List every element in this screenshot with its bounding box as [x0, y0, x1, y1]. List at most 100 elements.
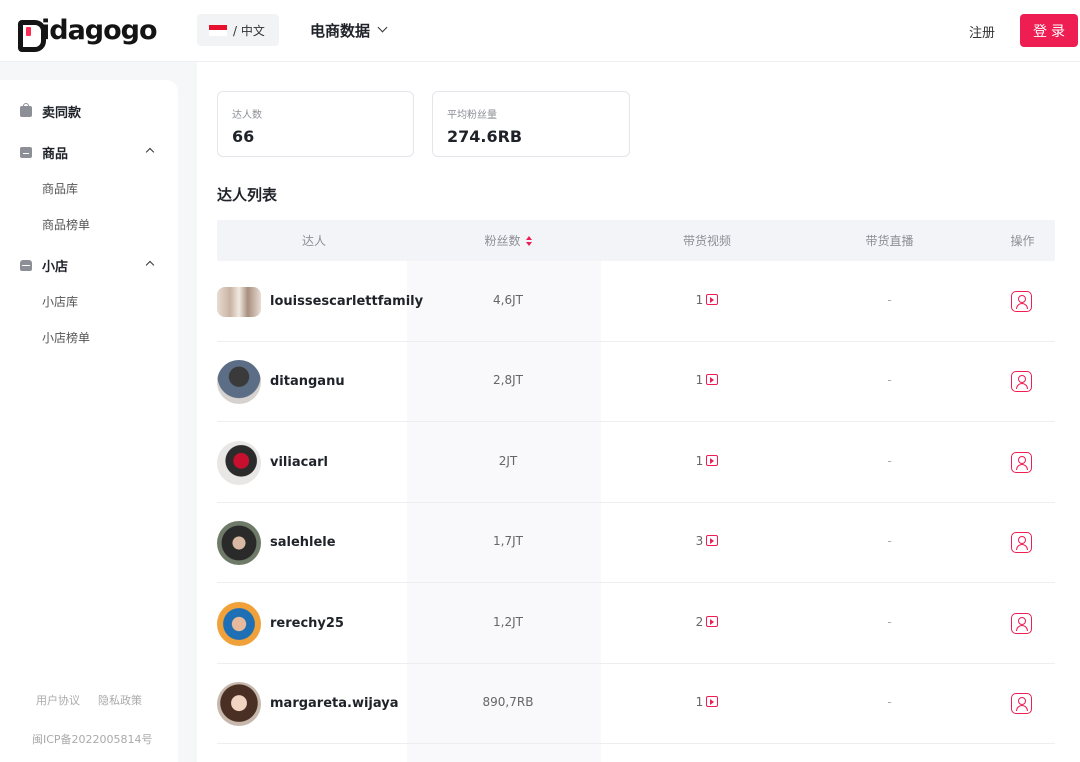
sidebar-item-products[interactable]: 商品 — [20, 143, 165, 162]
view-profile-button[interactable] — [1011, 452, 1032, 473]
video-count-cell[interactable]: 3 — [605, 534, 809, 548]
sidebar-subitem-product-ranking[interactable]: 商品榜单 — [42, 216, 90, 233]
fans-count: 2JT — [498, 454, 518, 468]
creator-name[interactable]: ditanganu — [270, 374, 345, 389]
top-header: idagogo / 中文 电商数据 注册 登录 — [0, 0, 1080, 62]
ecommerce-data-menu[interactable]: 电商数据 — [310, 14, 388, 46]
sort-icon[interactable] — [525, 235, 532, 246]
user-agreement-link[interactable]: 用户协议 — [36, 692, 80, 708]
creator-name[interactable]: margareta.wijaya — [270, 696, 399, 711]
video-count-cell[interactable]: 2 — [605, 615, 809, 629]
video-play-icon — [706, 455, 719, 466]
avatar[interactable] — [217, 521, 261, 565]
avatar[interactable] — [217, 602, 261, 646]
video-count: 3 — [695, 534, 704, 548]
live-count: - — [887, 615, 892, 629]
creator-name[interactable]: louissescarlettfamily — [270, 294, 423, 309]
icp-record[interactable]: 闽ICP备2022005814号 — [32, 731, 153, 747]
fans-count: 1,2JT — [493, 615, 523, 629]
table-row[interactable]: louissescarlettfamily 4,6JT 1 - — [217, 262, 1055, 342]
chevron-down-icon — [377, 22, 388, 33]
video-count-cell[interactable]: 1 — [605, 695, 809, 709]
fans-count: 4,6JT — [493, 293, 523, 307]
column-header-live: 带货直播 — [865, 234, 914, 248]
language-label: / 中文 — [233, 23, 265, 38]
privacy-policy-link[interactable]: 隐私政策 — [98, 692, 142, 708]
video-play-icon — [706, 616, 719, 627]
sidebar-subitem-shop-library[interactable]: 小店库 — [42, 293, 78, 310]
stat-value: 66 — [232, 127, 255, 146]
sidebar-item-sell-same[interactable]: 卖同款 — [20, 102, 165, 121]
creator-name[interactable]: viliacarl — [270, 455, 328, 470]
live-count: - — [887, 534, 892, 548]
view-profile-button[interactable] — [1011, 532, 1032, 553]
language-switcher[interactable]: / 中文 — [197, 14, 279, 46]
video-play-icon — [706, 294, 719, 305]
view-profile-button[interactable] — [1011, 613, 1032, 634]
live-count: - — [887, 373, 892, 387]
box-icon — [20, 147, 32, 158]
nav-menu-label: 电商数据 — [310, 21, 371, 40]
video-count: 1 — [695, 695, 704, 709]
fans-count: 2,8JT — [493, 373, 523, 387]
video-count: 1 — [695, 454, 704, 468]
logo-mark-icon — [18, 18, 46, 52]
indonesia-flag-icon — [209, 24, 227, 36]
stat-label: 平均粉丝量 — [447, 110, 497, 121]
sidebar-subitem-shop-ranking[interactable]: 小店榜单 — [42, 329, 90, 346]
sidebar-item-label: 小店 — [42, 260, 69, 275]
logo[interactable]: idagogo — [18, 14, 158, 52]
live-count: - — [887, 293, 892, 307]
table-row[interactable]: viliacarl 2JT 1 - — [217, 423, 1055, 503]
view-profile-button[interactable] — [1011, 291, 1032, 312]
store-icon — [20, 260, 32, 271]
creator-name[interactable]: rerechy25 — [270, 616, 344, 631]
column-header-videos: 带货视频 — [682, 234, 731, 248]
avatar[interactable] — [217, 682, 261, 726]
table-row[interactable]: salehlele 1,7JT 3 - — [217, 503, 1055, 583]
video-play-icon — [706, 696, 719, 707]
column-header-creator: 达人 — [301, 234, 326, 248]
main-content: 达人数 66 平均粉丝量 274.6RB 达人列表 达人 粉丝数 带货视频 带货… — [197, 62, 1080, 762]
column-header-label: 粉丝数 — [484, 234, 521, 248]
section-title: 达人列表 — [217, 186, 278, 204]
creator-name[interactable]: salehlele — [270, 535, 336, 550]
table-row[interactable]: ditanganu 2,8JT 1 - — [217, 342, 1055, 422]
login-button[interactable]: 登录 — [1020, 14, 1078, 47]
view-profile-button[interactable] — [1011, 693, 1032, 714]
sidebar-item-shops[interactable]: 小店 — [20, 256, 165, 275]
video-count-cell[interactable]: 1 — [605, 454, 809, 468]
table-row[interactable]: margareta.wijaya 890,7RB 1 - — [217, 664, 1055, 744]
video-play-icon — [706, 535, 719, 546]
stat-value: 274.6RB — [447, 127, 523, 146]
live-count: - — [887, 454, 892, 468]
table-header: 达人 粉丝数 带货视频 带货直播 操作 — [217, 220, 1055, 261]
video-count-cell[interactable]: 1 — [605, 373, 809, 387]
column-header-fans[interactable]: 粉丝数 — [411, 220, 605, 261]
stat-card-creator-count: 达人数 66 — [217, 91, 414, 157]
avatar[interactable] — [217, 360, 261, 404]
table-row[interactable]: rerechy25 1,2JT 2 - — [217, 584, 1055, 664]
video-count: 1 — [695, 293, 704, 307]
video-play-icon — [706, 374, 719, 385]
video-count-cell[interactable]: 1 — [605, 293, 809, 307]
sidebar-subitem-product-library[interactable]: 商品库 — [42, 180, 78, 197]
avatar[interactable] — [217, 287, 261, 317]
sidebar-item-label: 商品 — [42, 147, 69, 162]
fans-count: 890,7RB — [482, 695, 534, 709]
sidebar-item-label: 卖同款 — [42, 106, 82, 121]
logo-text: idagogo — [41, 15, 158, 46]
avatar[interactable] — [217, 441, 261, 485]
bag-icon — [20, 103, 32, 117]
fans-count: 1,7JT — [493, 534, 523, 548]
stat-card-average-fans: 平均粉丝量 274.6RB — [432, 91, 630, 157]
video-count: 2 — [695, 615, 704, 629]
video-count: 1 — [695, 373, 704, 387]
stat-label: 达人数 — [232, 110, 262, 121]
sidebar: 卖同款 商品 商品库 商品榜单 小店 小店库 小店榜单 用户协议 隐私政策 闽I… — [0, 80, 178, 762]
chevron-up-icon — [145, 147, 155, 157]
sidebar-footer-links: 用户协议 隐私政策 — [36, 692, 142, 708]
register-link[interactable]: 注册 — [969, 22, 995, 41]
column-header-actions: 操作 — [1010, 234, 1035, 248]
view-profile-button[interactable] — [1011, 371, 1032, 392]
